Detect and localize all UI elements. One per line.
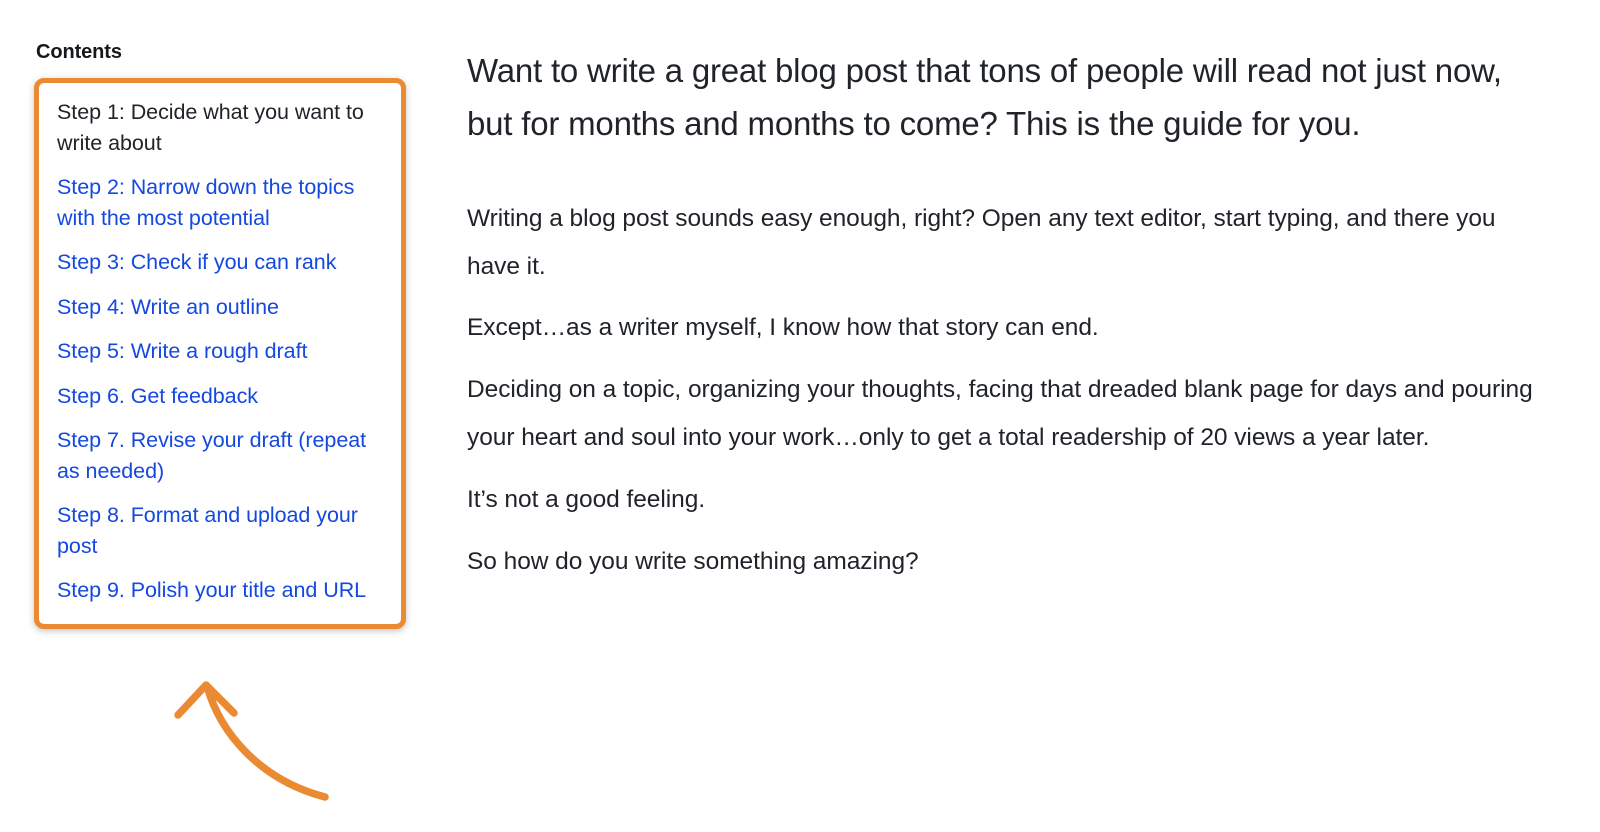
article-column: Want to write a great blog post that ton… <box>467 44 1542 599</box>
table-of-contents-column: Contents Step 1: Decide what you want to… <box>34 40 406 629</box>
toc-item-step-9[interactable]: Step 9. Polish your title and URL <box>57 575 383 606</box>
contents-box: Step 1: Decide what you want to write ab… <box>34 78 406 629</box>
toc-item-step-5[interactable]: Step 5: Write a rough draft <box>57 336 383 367</box>
toc-item-step-8[interactable]: Step 8. Format and upload your post <box>57 500 383 561</box>
annotation-layer <box>150 655 370 820</box>
article-paragraph-2: Except…as a writer myself, I know how th… <box>467 314 1099 342</box>
toc-item-step-7[interactable]: Step 7. Revise your draft (repeat as nee… <box>57 425 383 486</box>
toc-item-step-4[interactable]: Step 4: Write an outline <box>57 292 383 323</box>
toc-item-step-1[interactable]: Step 1: Decide what you want to write ab… <box>57 97 383 158</box>
article-paragraph-1: Writing a blog post sounds easy enough, … <box>467 204 1496 280</box>
contents-heading: Contents <box>36 41 122 63</box>
contents-list: Step 1: Decide what you want to write ab… <box>57 97 383 606</box>
article-paragraph-3: Deciding on a topic, organizing your tho… <box>467 376 1533 451</box>
article-paragraph-5: So how do you write something amazing? <box>467 547 919 575</box>
toc-item-step-6[interactable]: Step 6. Get feedback <box>57 381 383 412</box>
article-paragraph-4: It’s not a good feeling. <box>467 485 706 513</box>
curved-arrow-icon <box>174 681 329 801</box>
toc-item-step-3[interactable]: Step 3: Check if you can rank <box>57 247 383 278</box>
article-lead-paragraph: Want to write a great blog post that ton… <box>467 52 1502 143</box>
toc-item-step-2[interactable]: Step 2: Narrow down the topics with the … <box>57 172 383 233</box>
page-root: Contents Step 1: Decide what you want to… <box>0 0 1600 832</box>
